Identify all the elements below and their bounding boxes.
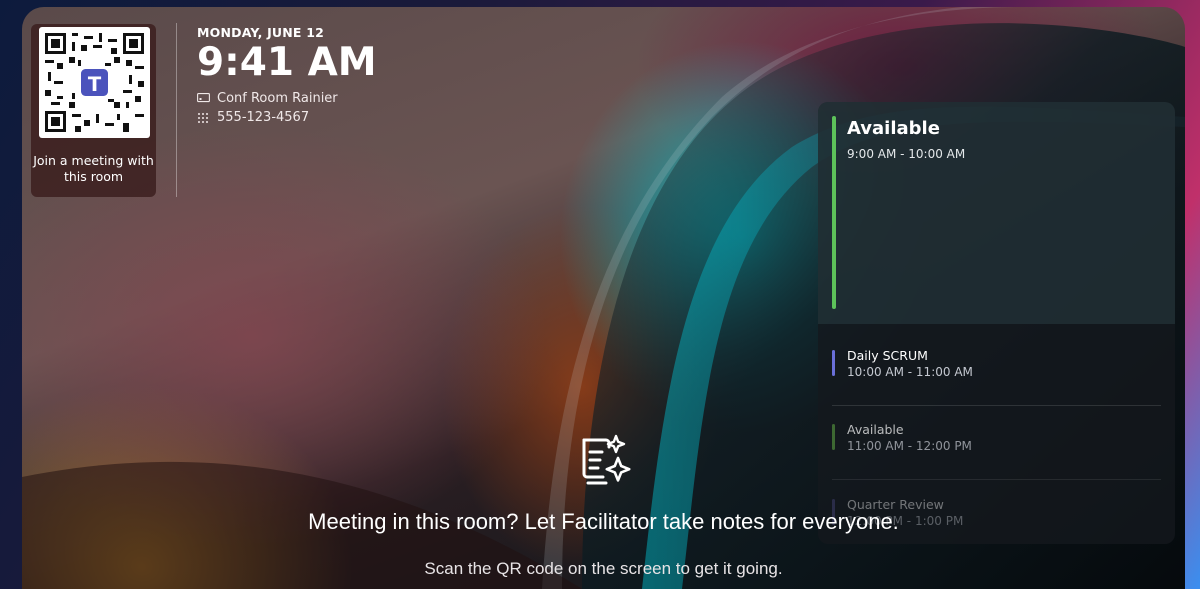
slot-status-bar — [832, 350, 835, 376]
current-slot-title: Available — [847, 118, 940, 139]
facilitator-prompt: Meeting in this room? Let Facilitator ta… — [308, 509, 899, 534]
notes-sparkle-icon — [578, 432, 632, 488]
slot-status-bar — [832, 424, 835, 450]
schedule-slot[interactable]: Daily SCRUM 10:00 AM - 11:00 AM — [832, 346, 1161, 406]
display-icon — [197, 92, 211, 105]
slot-title: Available — [847, 422, 904, 437]
slot-time: 10:00 AM - 11:00 AM — [847, 365, 973, 379]
slot-divider — [832, 405, 1161, 406]
room-phone: 555-123-4567 — [217, 110, 310, 125]
phone-row: 555-123-4567 — [197, 110, 377, 125]
current-slot-time: 9:00 AM - 10:00 AM — [847, 147, 966, 161]
slot-divider — [832, 479, 1161, 480]
schedule-slot[interactable]: Available 11:00 AM - 12:00 PM — [832, 420, 1161, 480]
room-display: T Join a meeting with this room MONDAY, … — [22, 7, 1185, 589]
qr-code[interactable]: T — [39, 27, 150, 138]
qr-label: Join a meeting with this room — [33, 153, 154, 184]
current-slot[interactable]: Available 9:00 AM - 10:00 AM — [818, 102, 1175, 324]
header-divider — [176, 23, 177, 197]
current-date: MONDAY, JUNE 12 — [197, 25, 325, 40]
join-meeting-qr-card[interactable]: T Join a meeting with this room — [31, 24, 156, 197]
svg-text:T: T — [88, 73, 102, 96]
qr-code-pattern: T — [45, 33, 144, 132]
room-name: Conf Room Rainier — [217, 91, 338, 106]
slot-time: 11:00 AM - 12:00 PM — [847, 439, 972, 453]
slot-title: Daily SCRUM — [847, 348, 928, 363]
current-time: 9:41 AM — [197, 40, 377, 85]
room-info: MONDAY, JUNE 12 9:41 AM Conf Room Rainie… — [197, 25, 377, 125]
current-slot-status-bar — [832, 116, 836, 309]
dialpad-icon — [197, 112, 211, 124]
room-schedule: Available 9:00 AM - 10:00 AM Daily SCRUM… — [818, 102, 1175, 544]
facilitator-instruction: Scan the QR code on the screen to get it… — [424, 559, 783, 578]
room-name-row: Conf Room Rainier — [197, 91, 377, 106]
